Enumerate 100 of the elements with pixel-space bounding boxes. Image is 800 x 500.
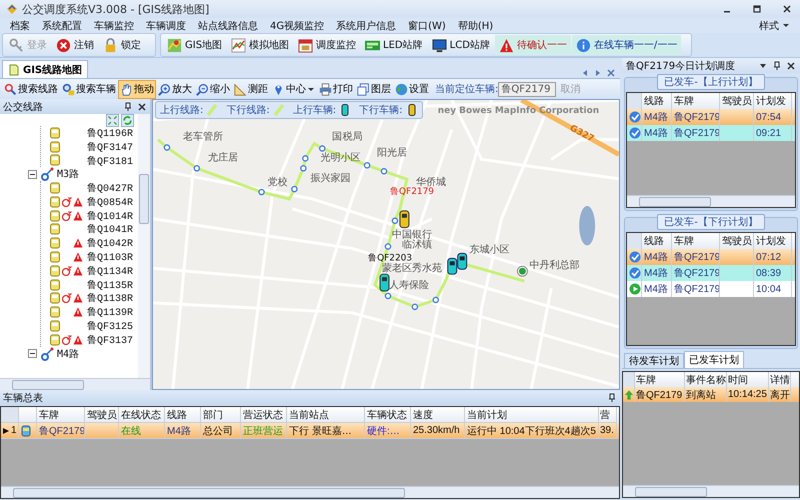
vehicle-node[interactable]: 鲁Q1138R [87,291,134,306]
group-title: 已发车-【下行计划】 [657,214,765,230]
sleep-icon [62,293,72,304]
horizontal-scrollbar[interactable] [627,195,795,207]
toolbar-button[interactable]: LED站牌 [361,35,427,55]
toolbar-button[interactable]: 锁定 [99,35,145,55]
bus-icon[interactable] [380,274,390,292]
route-icon [40,167,54,182]
table-cell: 39. [599,423,617,439]
vehicle-node[interactable]: 鲁Q1042R [87,236,134,250]
menu-item[interactable]: 车辆监控 [88,18,140,32]
pin-icon[interactable] [607,392,617,402]
toolbar-button[interactable]: 在线车辆一一/一一 [572,35,682,55]
map-tool-button[interactable]: 搜索车辆 [60,80,118,98]
document-tab[interactable]: GIS线路地图 [2,60,88,78]
panel-title: 公交线路 [3,100,43,114]
current-vehicle-field[interactable]: 鲁QF2179 [498,82,556,96]
map-tool-button[interactable]: 拖动 [118,80,156,98]
vehicle-node[interactable]: 鲁Q1041R [87,222,134,236]
menu-item[interactable]: 4G视频监控 [264,18,330,32]
alarm-icon [73,307,83,318]
horizontal-scrollbar[interactable] [623,485,799,497]
vehicle-node[interactable]: 鲁QF3137 [87,332,134,347]
vehicle-node[interactable]: 鲁Q1134R [87,264,134,278]
row-pointer-icon [2,426,10,434]
bus-icon [20,424,32,436]
menu-item[interactable]: 窗口(W) [402,18,452,32]
alarm-icon [73,238,83,248]
toolbar-button[interactable]: GIS地图 [163,35,226,55]
place-label: 阳光居 [377,147,408,158]
vehicle-node[interactable]: 鲁QF3181 [87,154,134,168]
toolbar-button[interactable]: 调度监控 [294,35,360,55]
legend-label: 下行线路: [226,104,270,117]
vehicle-node[interactable]: 鲁Q0854R [87,194,134,209]
menu-item[interactable]: 帮助(H) [452,18,500,32]
map-tool-button[interactable]: 搜索线路 [2,80,60,98]
tree-toggle[interactable] [28,170,37,179]
vehicle-node[interactable]: 鲁Q0427R [87,181,134,196]
menu-item[interactable]: 站点线路信息 [192,18,264,32]
map-tool-button[interactable]: 打印 [317,80,355,98]
menu-item[interactable]: 系统配置 [36,18,88,32]
horizontal-scrollbar[interactable] [1,486,619,498]
alarm-icon [73,210,83,221]
close-icon[interactable] [786,60,796,70]
route-name[interactable]: M3路 [57,167,80,182]
route-name[interactable]: M4路 [57,346,80,361]
vehicle-node[interactable]: 鲁Q1139R [87,305,134,320]
place-label: 党校 [268,177,288,188]
table-cell: 到离站 [685,387,727,402]
bus-icon [49,320,61,332]
menu-item[interactable]: 系统用户信息 [330,18,402,32]
bus-icon [49,306,61,318]
toolbar-button[interactable]: 模拟地图 [227,35,294,55]
close-icon[interactable] [137,102,147,112]
map-tool-button[interactable]: 设置 [393,80,431,98]
map-tool-button[interactable]: 缩小 [194,80,232,98]
vehicle-node[interactable]: 鲁Q1103R [87,250,134,264]
plan-tab[interactable]: 已发车计划 [684,351,744,368]
bus-icon [49,182,61,194]
vehicle-node[interactable]: 鲁Q1135R [87,278,134,292]
map-tool-button[interactable]: 测距 [232,80,270,98]
bus-icon [49,237,61,250]
expand-icon[interactable] [106,114,119,127]
row-header[interactable]: 1 [1,423,19,439]
horizontal-scrollbar[interactable] [0,378,150,390]
menu-item[interactable]: 档案 [4,18,36,32]
vehicle-node[interactable]: 鲁Q1196R [87,126,134,140]
bus-icon[interactable] [447,258,458,275]
toolbar-button[interactable]: 待确认一一 [494,35,571,55]
pin-icon[interactable] [772,60,782,70]
style-menu[interactable]: 样式 [752,18,796,32]
toolbar-button[interactable]: LCD站牌 [428,35,494,55]
pin-icon[interactable] [123,102,133,112]
map-tool-button[interactable]: 放大 [156,80,194,98]
table-cell: 离开 [769,387,791,402]
bus-icon[interactable] [457,252,468,270]
alarm-icon [73,334,83,345]
table-cell: 硬件:… [365,423,411,439]
alarm-icon [73,196,83,207]
map-tool-button[interactable]: 中心 [270,80,317,98]
vehicle-search-icon [62,82,75,96]
vehicle-node[interactable]: 鲁QF3125 [87,319,134,334]
table-cell: 运行中 10:04下行班次4趟次5 [465,423,599,439]
plan-tab[interactable]: 待发车计划 [624,353,684,368]
legend-label: 下行车辆: [359,104,402,117]
vertical-scrollbar[interactable] [138,114,150,378]
place-label: 振兴家园 [310,173,350,184]
place-label: 中国银行 [392,230,432,241]
map-tool-button[interactable]: 图层 [355,80,393,98]
sleep-icon [62,210,72,221]
vehicle-node[interactable]: 鲁Q1014R [87,208,134,223]
sleep-icon [62,196,72,207]
alarm-icon [73,252,83,262]
menu-item[interactable]: 车辆调度 [140,18,192,32]
tree-toggle[interactable] [28,349,37,358]
bus-icon[interactable] [399,210,410,228]
current-vehicle-label: 当前定位车辆: [435,82,498,96]
vehicle-node[interactable]: 鲁QF3147 [87,140,134,154]
toolbar-button[interactable]: 注销 [52,35,98,55]
bus-icon [49,223,61,236]
